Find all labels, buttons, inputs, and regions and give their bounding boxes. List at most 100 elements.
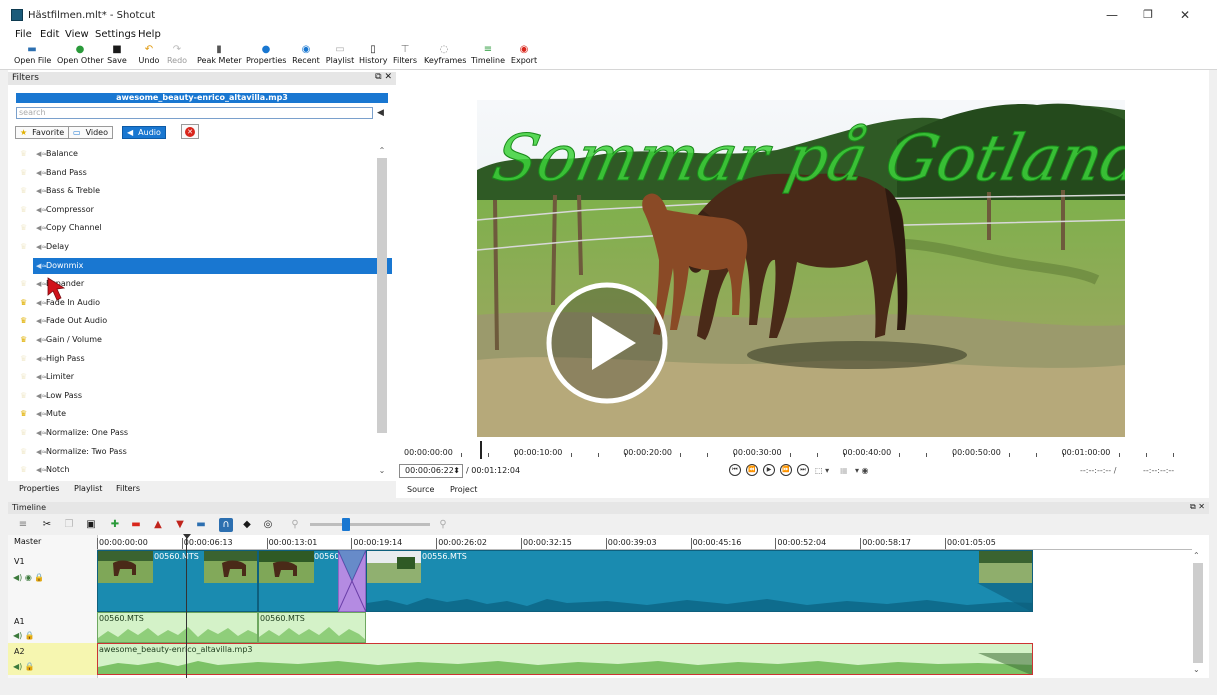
history-button[interactable]: ▯ History <box>359 42 387 70</box>
maximize-button[interactable]: ❐ <box>1133 6 1163 24</box>
filter-item[interactable]: ♛ ◀≈ Band Pass <box>16 165 376 181</box>
remove-icon[interactable]: ▬ <box>129 518 143 532</box>
favorite-star-empty-icon[interactable]: ♛ <box>20 462 27 478</box>
filter-item[interactable]: ♛ ◀≈ Normalize: Two Pass <box>16 444 376 460</box>
zoom-in-icon[interactable]: ⚲ <box>436 518 450 532</box>
favorite-star-empty-icon[interactable]: ♛ <box>20 183 27 199</box>
transition-clip[interactable] <box>338 550 366 612</box>
filters-button[interactable]: ⊤ Filters <box>392 42 418 70</box>
scrollbar-thumb[interactable] <box>377 158 387 433</box>
filter-item[interactable]: ♛ ◀≈ Normalize: One Pass <box>16 425 376 441</box>
favorite-star-empty-icon[interactable]: ♛ <box>20 369 27 385</box>
favorite-star-icon[interactable]: ♛ <box>20 406 27 422</box>
overwrite-icon[interactable]: ▼ <box>173 518 187 532</box>
tab-source[interactable]: Source <box>407 485 434 494</box>
scrub-icon[interactable]: ◆ <box>240 518 254 532</box>
playlist-button[interactable]: ▭ Playlist <box>325 42 355 70</box>
timeline-button[interactable]: ≡ Timeline <box>471 42 505 70</box>
rewind-button[interactable]: ⏪ <box>746 464 758 476</box>
favorite-filter-button[interactable]: ★ Favorite <box>15 126 70 139</box>
tab-filters[interactable]: Filters <box>116 484 140 493</box>
a1-clip-00560-a[interactable]: 00560.MTS <box>97 612 258 643</box>
append-icon[interactable]: ✚ <box>108 518 122 532</box>
timeline-ruler[interactable]: 00:00:00:00 00:00:06:13 00:00:13:01 00:00:1… <box>97 537 1192 550</box>
timeline-vertical-scrollbar[interactable]: ⌃ ⌄ <box>1192 551 1204 677</box>
favorite-star-empty-icon[interactable]: ♛ <box>20 239 27 255</box>
filter-list-scrollbar[interactable]: ⌃ ⌄ <box>376 146 388 480</box>
lift-icon[interactable]: ▲ <box>151 518 165 532</box>
fast-forward-button[interactable]: ⏩ <box>780 464 792 476</box>
panel-float-close-icon[interactable]: ⧉ ✕ <box>375 72 392 82</box>
filter-item[interactable]: ♛ ◀≈ Low Pass <box>16 388 376 404</box>
scroll-down-icon[interactable]: ⌄ <box>1193 665 1200 674</box>
v1-track-header[interactable]: V1 ◀) ◉ 🔒 <box>8 553 97 613</box>
play-button[interactable]: ▶ <box>763 464 775 476</box>
filter-item[interactable]: ♛ ◀≈ Limiter <box>16 369 376 385</box>
v1-clip-00560-b[interactable]: 00560. <box>258 550 340 612</box>
open-file-button[interactable]: ▬ Open File <box>14 42 51 70</box>
master-track-header[interactable]: Master <box>8 537 97 549</box>
timeline-menu-icon[interactable]: ≡ <box>16 518 30 532</box>
timeline-zoom-slider[interactable] <box>310 523 430 526</box>
export-button[interactable]: ◉ Export <box>510 42 538 70</box>
timeline-float-close-icon[interactable]: ⧉ ✕ <box>1190 502 1205 512</box>
favorite-star-empty-icon[interactable]: ♛ <box>20 165 27 181</box>
filter-item[interactable]: ♛ ◀≈ High Pass <box>16 351 376 367</box>
play-overlay-button[interactable] <box>544 280 670 406</box>
scroll-down-icon[interactable]: ⌄ <box>376 466 388 475</box>
menu-edit[interactable]: Edit <box>40 28 59 42</box>
player-ruler[interactable]: 00:00:00:00 00:00:10:00 00:00:20:00 00:00:3… <box>400 441 1200 461</box>
grid-icon[interactable]: ▦ <box>840 466 848 475</box>
filter-item[interactable]: ♛ ◀≈ Delay <box>16 239 376 255</box>
timeline-playhead[interactable] <box>186 535 187 678</box>
a1-track-header[interactable]: A1 ◀) 🔒 <box>8 615 97 643</box>
open-other-button[interactable]: ● Open Other <box>57 42 104 70</box>
zoom-dropdown-icon[interactable]: ⬚ ▾ <box>815 466 829 475</box>
skip-next-button[interactable]: ⏭ <box>797 464 809 476</box>
minimize-button[interactable]: — <box>1097 6 1127 24</box>
favorite-star-icon[interactable]: ♛ <box>20 332 27 348</box>
copy-icon[interactable]: ❐ <box>62 518 76 532</box>
player-playhead[interactable] <box>480 441 482 459</box>
scroll-up-icon[interactable]: ⌃ <box>376 146 388 155</box>
paste-icon[interactable]: ▣ <box>84 518 98 532</box>
video-filter-button[interactable]: ▭ Video <box>68 126 113 139</box>
scrollbar-thumb[interactable] <box>1193 563 1203 663</box>
favorite-star-icon[interactable]: ♛ <box>20 313 27 329</box>
clear-search-icon[interactable]: ◀ <box>377 108 384 118</box>
a2-track-icons[interactable]: ◀) 🔒 <box>13 662 35 671</box>
favorite-star-empty-icon[interactable]: ♛ <box>20 444 27 460</box>
v1-track-icons[interactable]: ◀) ◉ 🔒 <box>13 573 44 582</box>
close-filters-button[interactable]: ✕ <box>181 124 199 139</box>
filter-item[interactable]: ♛ ◀≈ Copy Channel <box>16 220 376 236</box>
tab-properties[interactable]: Properties <box>19 484 59 493</box>
v1-clip-00556[interactable]: 00556.MTS <box>366 550 1033 612</box>
favorite-star-icon[interactable]: ♛ <box>20 295 27 311</box>
favorite-star-empty-icon[interactable]: ♛ <box>20 202 27 218</box>
ripple-icon[interactable]: ◎ <box>261 518 275 532</box>
favorite-star-empty-icon[interactable]: ♛ <box>20 276 27 292</box>
a2-track-header[interactable]: A2 ◀) 🔒 <box>8 643 97 675</box>
snap-icon[interactable]: ∩ <box>219 518 233 532</box>
filter-item[interactable]: ♛ ◀≈ Bass & Treble <box>16 183 376 199</box>
audio-filter-button[interactable]: ◀ Audio <box>122 126 166 139</box>
favorite-star-empty-icon[interactable]: ♛ <box>20 388 27 404</box>
keyframes-button[interactable]: ◌ Keyframes <box>424 42 466 70</box>
current-timecode-input[interactable]: 00:00:06:22 ⬍ <box>399 464 463 478</box>
timeline-zoom-handle[interactable] <box>342 518 350 531</box>
tab-project[interactable]: Project <box>450 485 477 494</box>
skip-previous-button[interactable]: ⏮ <box>729 464 741 476</box>
save-button[interactable]: ■ Save <box>106 42 128 70</box>
volume-dropdown-icon[interactable]: ▾ ◉ <box>855 466 869 475</box>
filter-item[interactable]: ♛ ◀≈ Notch <box>16 462 376 478</box>
filter-item[interactable]: ♛ ◀≈ Fade In Audio <box>16 295 376 311</box>
a2-clip-music[interactable]: awesome_beauty-enrico_altavilla.mp3 <box>97 643 1033 675</box>
cut-icon[interactable]: ✂ <box>40 518 54 532</box>
close-window-button[interactable]: ✕ <box>1170 6 1200 24</box>
peak-meter-button[interactable]: ▮ Peak Meter <box>197 42 242 70</box>
filter-item[interactable]: ♛ ◀≈ Mute <box>16 406 376 422</box>
playhead-marker-icon[interactable] <box>183 534 191 539</box>
scroll-up-icon[interactable]: ⌃ <box>1193 551 1200 560</box>
favorite-star-empty-icon[interactable]: ♛ <box>20 351 27 367</box>
favorite-star-empty-icon[interactable]: ♛ <box>20 146 27 162</box>
